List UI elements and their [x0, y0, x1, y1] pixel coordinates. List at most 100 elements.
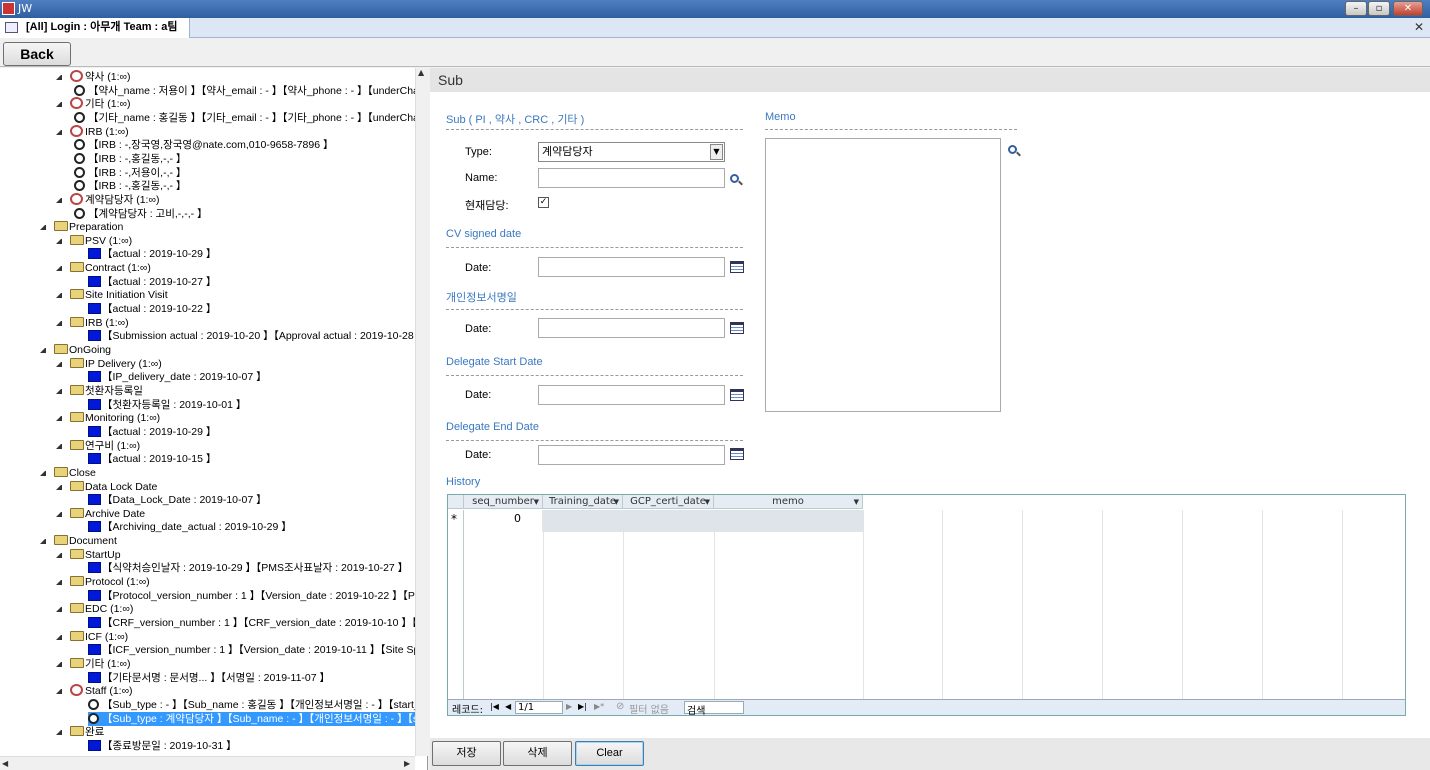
tree-node[interactable]: IP Delivery (1:∞) [56, 357, 162, 371]
tree-node[interactable]: IRB (1:∞) [56, 316, 129, 330]
privacy-date-input[interactable] [538, 318, 725, 338]
filter-icon[interactable]: ⊘ [616, 701, 624, 712]
tree-node[interactable]: 【첫환자등록일 : 2019-10-01 】 [88, 398, 246, 412]
tree-node[interactable]: 【actual : 2019-10-22 】 [88, 302, 216, 316]
expand-triangle-icon[interactable] [56, 443, 62, 449]
delegate-end-date-input[interactable] [538, 445, 725, 465]
tree-node[interactable]: 【Submission actual : 2019-10-20 】【Approv… [88, 329, 427, 343]
calendar-icon[interactable] [730, 261, 744, 273]
tree-node[interactable]: 기타 (1:∞) [56, 97, 130, 111]
previous-record-icon[interactable]: ◀ [505, 702, 511, 711]
tree-node[interactable]: OnGoing [40, 343, 111, 357]
expand-triangle-icon[interactable] [40, 470, 46, 476]
back-button[interactable]: Back [3, 42, 71, 66]
record-position[interactable]: 1/1 [515, 701, 563, 714]
minimize-button[interactable]: – [1345, 1, 1367, 16]
expand-triangle-icon[interactable] [56, 74, 62, 80]
expand-triangle-icon[interactable] [40, 224, 46, 231]
tree-node[interactable]: 【IRB : -,저용이,-,- 】 [74, 166, 186, 180]
expand-triangle-icon[interactable] [56, 197, 62, 203]
tree-node[interactable]: 【IP_delivery_date : 2019-10-07 】 [88, 370, 267, 384]
tree-node[interactable]: 연구비 (1:∞) [56, 439, 140, 453]
expand-triangle-icon[interactable] [56, 511, 62, 517]
tree-node[interactable]: Data Lock Date [56, 480, 157, 494]
tree-node[interactable]: 【CRF_version_number : 1 】【CRF_version_da… [88, 616, 427, 630]
expand-triangle-icon[interactable] [56, 552, 62, 558]
column-header-gcp-certi-date[interactable]: GCP_certi_date ▼ [623, 495, 714, 509]
expand-triangle-icon[interactable] [40, 347, 46, 353]
tree-node[interactable]: 【약사_name : 저용이 】【약사_email : - 】【약사_phone… [74, 84, 427, 98]
filter-status[interactable]: 필터 없음 [629, 701, 669, 716]
save-button[interactable]: 저장 [432, 741, 501, 766]
tree-node[interactable]: 【Archiving_date_actual : 2019-10-29 】 [88, 520, 292, 534]
expand-triangle-icon[interactable] [56, 129, 62, 135]
seq-number-cell[interactable]: 0 [514, 512, 521, 525]
tab-main[interactable]: [All] Login : 아무개 Team : a팀 [0, 18, 190, 38]
tree-node[interactable]: 완료 [56, 725, 104, 739]
expand-triangle-icon[interactable] [56, 101, 62, 108]
tree-node[interactable]: 【IRB : -,홍길동,-,- 】 [74, 179, 186, 193]
new-record-icon[interactable]: ▶* [594, 702, 604, 711]
chevron-down-icon[interactable]: ▼ [705, 495, 710, 509]
new-record-row[interactable]: 0 [464, 510, 863, 532]
expand-triangle-icon[interactable] [56, 661, 62, 667]
tree-node[interactable]: 기타 (1:∞) [56, 657, 130, 671]
chevron-down-icon[interactable]: ▼ [710, 144, 723, 160]
tree-node[interactable]: Document [40, 534, 117, 548]
column-header-training-date[interactable]: Training_date ▼ [543, 495, 623, 509]
tree-node[interactable]: EDC (1:∞) [56, 602, 133, 616]
tree-node[interactable]: Site Initiation Visit [56, 288, 168, 302]
scroll-left-icon[interactable]: ◀ [2, 759, 8, 768]
tree-node[interactable]: 【Data_Lock_Date : 2019-10-07 】 [88, 493, 267, 507]
type-select[interactable]: 계약담당자 ▼ [538, 142, 725, 162]
close-button[interactable]: ✕ [1393, 1, 1423, 16]
expand-triangle-icon[interactable] [56, 320, 62, 326]
tree-node[interactable]: Archive Date [56, 507, 145, 521]
search-icon[interactable] [1008, 145, 1017, 154]
first-record-icon[interactable]: |◀ [490, 702, 499, 711]
expand-triangle-icon[interactable] [56, 388, 62, 394]
tab-close-icon[interactable]: ✕ [1414, 20, 1424, 34]
tree-node[interactable]: 【기타_name : 홍길동 】【기타_email : - 】【기타_phone… [74, 111, 427, 125]
tree-node[interactable]: 【Protocol_version_number : 1 】【Version_d… [88, 589, 427, 603]
tree-node[interactable]: 【actual : 2019-10-15 】 [88, 452, 216, 466]
scroll-right-icon[interactable]: ▶ [404, 759, 410, 768]
expand-triangle-icon[interactable] [40, 538, 46, 545]
tree-node[interactable]: 약사 (1:∞) [56, 70, 130, 84]
tree-node[interactable]: 【IRB : -,장국영,장국영@nate.com,010-9658-7896 … [74, 138, 333, 152]
column-header-memo[interactable]: memo ▼ [714, 495, 863, 509]
tree-node[interactable]: 【기타문서명 : 문서명... 】【서명일 : 2019-11-07 】 [88, 671, 330, 685]
tree-node[interactable]: 계약담당자 (1:∞) [56, 192, 159, 207]
expand-triangle-icon[interactable] [56, 265, 62, 272]
tree-node[interactable]: StartUp [56, 548, 121, 562]
last-record-icon[interactable]: ▶| [578, 702, 587, 711]
tree-node[interactable]: IRB (1:∞) [56, 124, 129, 139]
expand-triangle-icon[interactable] [56, 292, 62, 299]
calendar-icon[interactable] [730, 448, 744, 460]
expand-triangle-icon[interactable] [56, 238, 62, 244]
delete-button[interactable]: 삭제 [503, 741, 572, 766]
tree-node[interactable]: Close [40, 466, 96, 480]
expand-triangle-icon[interactable] [56, 484, 62, 490]
clear-button[interactable]: Clear [575, 741, 644, 766]
delegate-start-date-input[interactable] [538, 385, 725, 405]
tree-node[interactable]: Monitoring (1:∞) [56, 411, 160, 425]
calendar-icon[interactable] [730, 322, 744, 334]
expand-triangle-icon[interactable] [56, 415, 62, 422]
tree-node[interactable]: 【ICF_version_number : 1 】【Version_date :… [88, 643, 427, 657]
tree-node[interactable]: 【actual : 2019-10-29 】 [88, 425, 216, 439]
expand-triangle-icon[interactable] [56, 729, 62, 736]
tree-node[interactable]: Protocol (1:∞) [56, 575, 150, 589]
tree-node[interactable]: Preparation [40, 220, 123, 234]
next-record-icon[interactable]: ▶ [566, 702, 572, 711]
navigation-tree[interactable]: 약사 (1:∞) 【약사_name : 저용이 】【약사_email : - 】【… [0, 68, 428, 770]
tree-node[interactable]: Contract (1:∞) [56, 261, 151, 275]
tree-node[interactable]: 【actual : 2019-10-29 】 [88, 247, 216, 261]
search-icon[interactable] [730, 174, 739, 183]
tree-node[interactable]: 【계약담당자 : 고비,-,-,- 】 [74, 207, 208, 221]
expand-triangle-icon[interactable] [56, 361, 62, 367]
tree-node[interactable]: 【Sub_type : - 】【Sub_name : 홍길동 】【개인정보서명일… [88, 698, 426, 712]
select-all-corner[interactable] [448, 495, 464, 509]
history-grid[interactable]: seq_number ▼ Training_date ▼ GCP_certi_dat… [447, 494, 1406, 717]
tree-node[interactable]: Staff (1:∞) [56, 684, 133, 698]
